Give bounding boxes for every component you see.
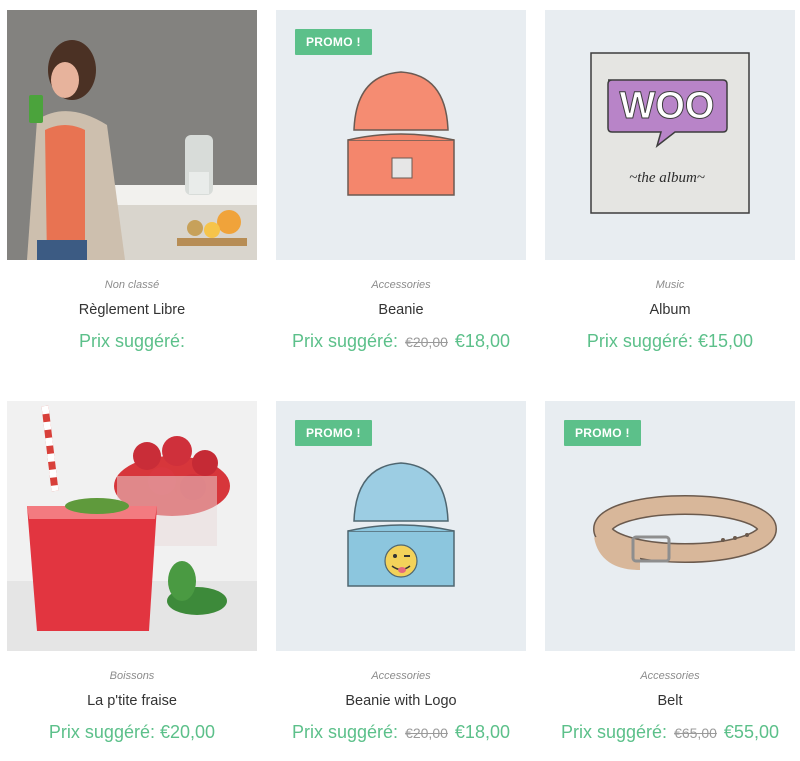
sale-price: €18,00: [454, 331, 510, 351]
product-image[interactable]: PROMO !: [276, 10, 526, 260]
product-card[interactable]: Non classé Règlement Libre Prix suggéré:: [7, 10, 257, 352]
promo-badge: PROMO !: [295, 420, 372, 446]
product-card[interactable]: Boissons La p'tite fraise Prix suggéré: …: [7, 401, 257, 743]
promo-badge: PROMO !: [295, 29, 372, 55]
price-label: Prix suggéré:: [78, 331, 186, 351]
woo-album-cover: WOO ~the album~: [590, 52, 750, 214]
price-label: Prix suggéré:: [586, 331, 693, 351]
product-card[interactable]: PROMO ! Accessories Beanie with Logo Pri…: [276, 401, 526, 744]
price-label: Prix suggéré:: [561, 722, 668, 742]
sale-price: €55,00: [723, 722, 779, 742]
product-price: Prix suggéré: €15,00: [545, 330, 795, 352]
woman-juice-photo: [7, 10, 257, 260]
product-image[interactable]: PROMO !: [276, 401, 526, 651]
sale-price: €15,00: [698, 331, 754, 351]
product-category[interactable]: Boissons: [7, 669, 257, 683]
album-caption: ~the album~: [629, 170, 705, 186]
product-title[interactable]: Beanie: [276, 301, 526, 319]
product-image[interactable]: WOO ~the album~: [545, 10, 795, 260]
product-grid: Non classé Règlement Libre Prix suggéré:…: [0, 0, 800, 761]
product-image[interactable]: PROMO !: [545, 401, 795, 651]
product-card[interactable]: PROMO ! Accessories Belt Prix suggéré: €…: [545, 401, 795, 744]
product-price: Prix suggéré:: [7, 330, 257, 352]
product-category[interactable]: Music: [545, 278, 795, 292]
sale-price: €18,00: [454, 722, 510, 742]
price-label: Prix suggéré:: [292, 331, 399, 351]
old-price: €20,00: [405, 725, 448, 741]
product-category[interactable]: Accessories: [276, 669, 526, 683]
product-category[interactable]: Accessories: [545, 669, 795, 683]
sale-price: €20,00: [160, 722, 216, 742]
product-price: Prix suggéré: €20,00 €18,00: [276, 721, 526, 744]
product-title[interactable]: Belt: [545, 692, 795, 710]
product-price: Prix suggéré: €20,00 €18,00: [276, 330, 526, 353]
product-card[interactable]: WOO ~the album~ Music Album Prix suggéré…: [545, 10, 795, 352]
product-image[interactable]: [7, 401, 257, 651]
product-price: Prix suggéré: €20,00: [7, 721, 257, 743]
price-label: Prix suggéré:: [292, 722, 399, 742]
promo-badge: PROMO !: [564, 420, 641, 446]
old-price: €20,00: [405, 334, 448, 350]
product-title[interactable]: Album: [545, 301, 795, 319]
product-title[interactable]: La p'tite fraise: [7, 692, 257, 710]
old-price: €65,00: [674, 725, 717, 741]
product-title[interactable]: Beanie with Logo: [276, 692, 526, 710]
album-logo-text: WOO: [620, 85, 715, 127]
product-title[interactable]: Règlement Libre: [7, 301, 257, 319]
product-price: Prix suggéré: €65,00 €55,00: [545, 721, 795, 744]
product-category[interactable]: Accessories: [276, 278, 526, 292]
product-category[interactable]: Non classé: [7, 278, 257, 292]
price-label: Prix suggéré:: [48, 722, 155, 742]
strawberry-drink-photo: [7, 401, 257, 651]
product-image[interactable]: [7, 10, 257, 260]
product-card[interactable]: PROMO ! Accessories Beanie Prix suggéré:…: [276, 10, 526, 353]
